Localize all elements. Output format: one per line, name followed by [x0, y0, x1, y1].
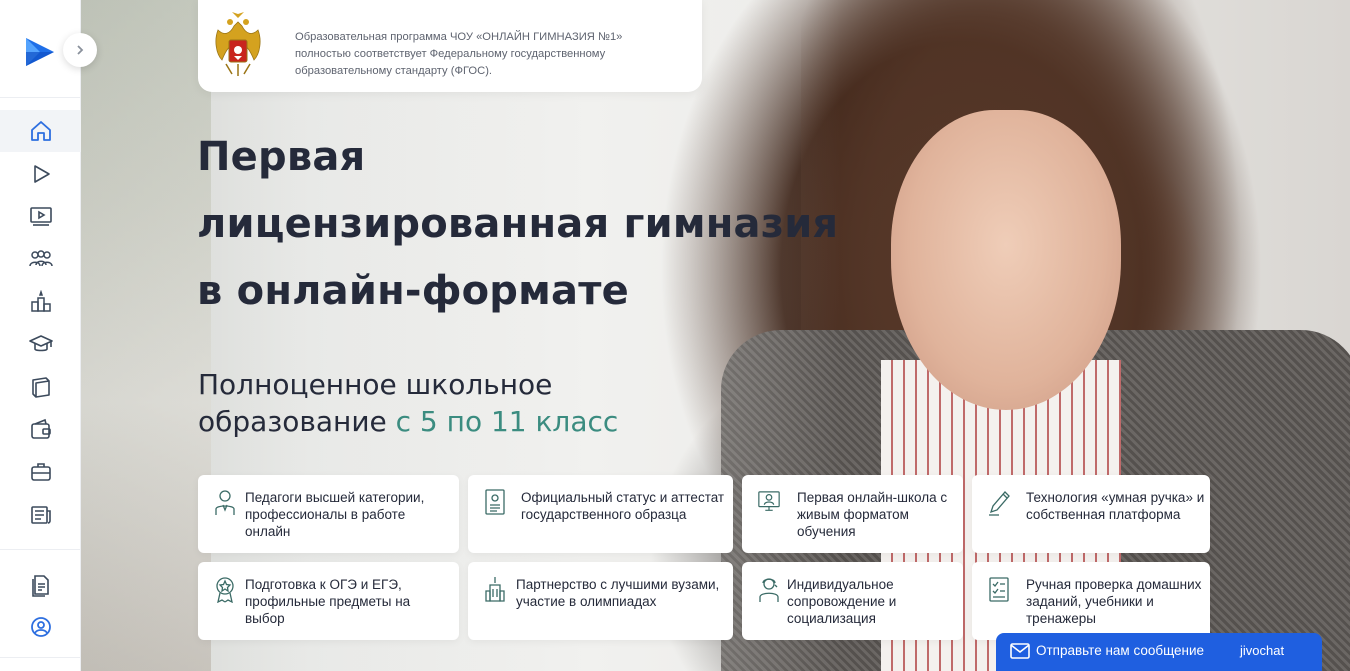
- checklist-icon: [989, 577, 1009, 602]
- jivochat-label: Отправьте нам сообщение: [1036, 643, 1205, 658]
- wallet-icon: [30, 418, 51, 439]
- jivochat-widget-button[interactable]: Отправьте нам сообщение jivochat: [996, 633, 1322, 671]
- sidebar-item-career[interactable]: [0, 451, 81, 493]
- hero-title-line: лицензированная гимназия: [197, 201, 839, 247]
- briefcase-icon: [30, 463, 51, 481]
- feature-text: Ручная проверка домашних заданий, учебни…: [1026, 577, 1202, 626]
- people-group-icon: [28, 250, 53, 267]
- play-logo[interactable]: [22, 34, 58, 70]
- fgos-notice-card: Образовательная программа ЧОУ «ОНЛАЙН ГИ…: [198, 0, 702, 92]
- graduation-cap-icon: [28, 335, 53, 352]
- envelope-icon: [1010, 643, 1030, 659]
- sidebar-item-documents[interactable]: [0, 564, 81, 606]
- sidebar-item-library[interactable]: [0, 366, 81, 408]
- feature-card: Технология «умная ручка» и собственная п…: [972, 475, 1210, 553]
- feature-card: Подготовка к ОГЭ и ЕГЭ, профильные предм…: [198, 562, 459, 640]
- sidebar-item-video[interactable]: [0, 195, 81, 237]
- sidebar-collapse-button[interactable]: [63, 33, 97, 67]
- sidebar-item-play[interactable]: [0, 153, 81, 195]
- feature-text: Первая онлайн-школа с живым форматом обу…: [797, 490, 948, 539]
- feature-text: Технология «умная ручка» и собственная п…: [1026, 490, 1205, 522]
- hero-title-line: в онлайн-формате: [197, 268, 629, 314]
- feature-text: Партнерство с лучшими вузами, участие в …: [516, 577, 720, 609]
- sidebar-item-wallet[interactable]: [0, 409, 81, 451]
- podium-icon: [30, 290, 51, 312]
- university-icon: [485, 577, 505, 602]
- feature-card: Первая онлайн-школа с живым форматом обу…: [742, 475, 963, 553]
- live-lesson-icon: [758, 491, 780, 511]
- home-icon: [30, 121, 51, 141]
- hero-title: Первая лицензированная гимназия в онлайн…: [197, 124, 897, 325]
- user-circle-icon: [30, 617, 51, 637]
- feature-card: Ручная проверка домашних заданий, учебни…: [972, 562, 1210, 640]
- medal-icon: [216, 577, 234, 603]
- newspaper-icon: [30, 506, 51, 524]
- sidebar-divider: [0, 549, 81, 550]
- video-screen-icon: [29, 207, 52, 226]
- feature-card: Официальный статус и аттестат государств…: [468, 475, 733, 553]
- certificate-icon: [485, 489, 505, 515]
- russian-coat-of-arms: [212, 10, 264, 82]
- jivochat-brand: jivochat: [1240, 643, 1285, 658]
- sidebar-item-education[interactable]: [0, 323, 81, 365]
- feature-card: Партнерство с лучшими вузами, участие в …: [468, 562, 733, 640]
- sidebar-item-profile[interactable]: [0, 606, 81, 648]
- sidebar-item-olympiads[interactable]: [0, 281, 81, 323]
- fgos-notice-text: Образовательная программа ЧОУ «ОНЛАЙН ГИ…: [295, 31, 623, 77]
- feature-text: Педагоги высшей категории, профессионалы…: [245, 490, 425, 539]
- documents-icon: [31, 575, 49, 597]
- sidebar-item-home[interactable]: [0, 110, 81, 152]
- play-icon: [33, 165, 50, 183]
- book-icon: [31, 377, 50, 398]
- sidebar-item-news[interactable]: [0, 494, 81, 536]
- feature-text: Индивидуальное сопровождение и социализа…: [787, 577, 897, 626]
- hero-subtitle-prefix: образование: [198, 405, 396, 438]
- hero-title-line: Первая: [197, 134, 366, 180]
- feature-text: Официальный статус и аттестат государств…: [521, 490, 725, 522]
- teacher-icon: [215, 490, 235, 515]
- hero-subtitle: Полноценное школьное образование с 5 по …: [198, 366, 758, 440]
- feature-card: Педагоги высшей категории, профессионалы…: [198, 475, 459, 553]
- smart-pen-icon: [989, 491, 1010, 516]
- sidebar-divider: [0, 97, 81, 98]
- chevron-right-icon: [77, 45, 84, 55]
- hero-subtitle-line: Полноценное школьное: [198, 368, 553, 401]
- feature-text: Подготовка к ОГЭ и ЕГЭ, профильные предм…: [245, 577, 411, 626]
- sidebar: [0, 0, 81, 671]
- sidebar-item-community[interactable]: [0, 238, 81, 280]
- support-person-icon: [759, 578, 779, 602]
- sidebar-divider: [0, 657, 81, 658]
- feature-card: Индивидуальное сопровождение и социализа…: [742, 562, 963, 640]
- hero-subtitle-accent: с 5 по 11 класс: [395, 405, 619, 438]
